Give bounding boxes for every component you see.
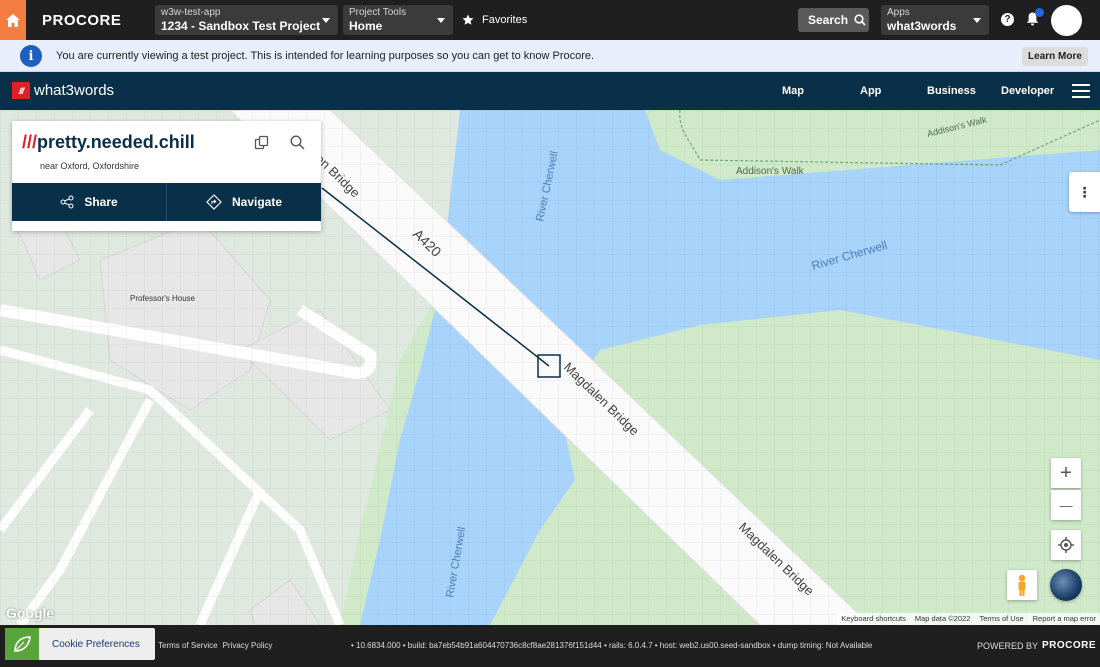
project-name: 1234 - Sandbox Test Project [161, 19, 321, 33]
procore-topbar: PROCORE w3w-test-app 1234 - Sandbox Test… [0, 0, 1100, 40]
search-button[interactable]: Search [798, 8, 869, 32]
tools-value: Home [349, 19, 383, 33]
home-icon [6, 13, 20, 27]
powered-by-logo: PROCORE [1042, 640, 1097, 651]
apps-label: Apps [887, 7, 910, 18]
hamburger-menu-icon[interactable] [1072, 84, 1090, 98]
notification-badge [1035, 8, 1044, 17]
locate-me-button[interactable] [1051, 530, 1081, 560]
satellite-view-toggle[interactable] [1050, 569, 1082, 601]
apps-dropdown[interactable]: Apps what3words [881, 5, 989, 35]
test-project-banner: i You are currently viewing a test proje… [0, 40, 1100, 72]
w3w-logo[interactable]: /// what3words [12, 82, 114, 99]
w3w-logo-mark: /// [12, 82, 30, 99]
footer-links: Terms of Service Privacy Policy [158, 641, 272, 650]
procore-logo[interactable]: PROCORE [42, 12, 121, 29]
navigate-button[interactable]: Navigate [166, 183, 321, 221]
nearest-place: near Oxford, Oxfordshire [40, 161, 140, 171]
share-label: Share [84, 195, 118, 209]
nav-map[interactable]: Map [782, 85, 804, 97]
side-menu-toggle[interactable]: ⋮ [1069, 172, 1100, 212]
privacy-policy-link[interactable]: Privacy Policy [223, 641, 273, 650]
chevron-down-icon [973, 18, 981, 23]
nav-developer[interactable]: Developer [1001, 85, 1054, 97]
cookie-leaf-icon [5, 628, 39, 660]
info-icon: i [20, 45, 42, 67]
star-icon [462, 14, 474, 25]
zoom-in-button[interactable]: + [1051, 458, 1081, 488]
cookie-preferences-label: Cookie Preferences [52, 638, 140, 650]
navigate-icon [206, 194, 222, 210]
cookie-preferences-button[interactable]: Cookie Preferences [5, 628, 155, 660]
powered-by-procore: POWERED BY PROCORE [977, 640, 1096, 651]
navigate-label: Navigate [231, 195, 283, 209]
tools-label: Project Tools [349, 7, 407, 18]
help-button[interactable]: ? [1001, 13, 1014, 26]
company-label: w3w-test-app [161, 7, 221, 18]
search-icon[interactable] [290, 135, 305, 150]
street-view-pegman[interactable] [1007, 570, 1037, 600]
label-professors-house: Professor's House [130, 294, 196, 303]
keyboard-shortcuts-link[interactable]: Keyboard shortcuts [841, 614, 906, 624]
label-addisons-walk: Addison's Walk [736, 166, 805, 177]
home-button[interactable] [0, 0, 26, 40]
search-label: Search [808, 13, 849, 27]
google-logo: Google [6, 605, 55, 621]
w3w-navbar: /// what3words Map App Business Develope… [0, 72, 1100, 110]
report-map-error-link[interactable]: Report a map error [1033, 614, 1096, 624]
terms-of-use-link[interactable]: Terms of Use [979, 614, 1023, 624]
chevron-down-icon [437, 18, 445, 23]
favorites-label: Favorites [482, 14, 528, 26]
avatar[interactable] [1051, 5, 1082, 36]
apps-value: what3words [887, 19, 957, 33]
terms-of-service-link[interactable]: Terms of Service [158, 641, 218, 650]
build-info: • 10.6834.000 • build: ba7eb54b91a604470… [351, 641, 873, 650]
map-attribution: Keyboard shortcuts Map data ©2022 Terms … [837, 613, 1100, 625]
copy-icon[interactable] [254, 135, 270, 151]
w3w-logo-text: what3words [34, 82, 115, 99]
w3w-address-card: ///pretty.needed.chill near Oxford, Oxfo… [12, 121, 321, 231]
procore-footer: Cookie Preferences Terms of Service Priv… [0, 625, 1100, 667]
share-icon [60, 195, 74, 209]
crosshair-icon [1058, 537, 1074, 553]
nav-business[interactable]: Business [927, 85, 976, 97]
share-button[interactable]: Share [12, 183, 166, 221]
project-tools-dropdown[interactable]: Project Tools Home [343, 5, 453, 35]
powered-by-label: POWERED BY [977, 640, 1039, 651]
w3w-address-text: pretty.needed.chill [37, 132, 195, 152]
company-project-dropdown[interactable]: w3w-test-app 1234 - Sandbox Test Project [155, 5, 338, 35]
w3w-slashes: /// [22, 132, 38, 152]
w3w-address: ///pretty.needed.chill [22, 132, 195, 153]
card-actions: Share Navigate [12, 183, 321, 221]
chevron-down-icon [322, 18, 330, 23]
learn-more-button[interactable]: Learn More [1022, 47, 1088, 66]
nav-app[interactable]: App [860, 85, 881, 97]
zoom-out-button[interactable]: — [1051, 490, 1081, 520]
map-canvas[interactable]: Magdalen Bridge A420 Magdalen Bridge Mag… [0, 110, 1100, 625]
banner-message: You are currently viewing a test project… [56, 50, 595, 62]
map-data-text: Map data ©2022 [914, 614, 971, 623]
favorites-button[interactable]: Favorites [462, 14, 527, 26]
search-icon [854, 14, 866, 26]
pegman-icon [1018, 574, 1026, 596]
